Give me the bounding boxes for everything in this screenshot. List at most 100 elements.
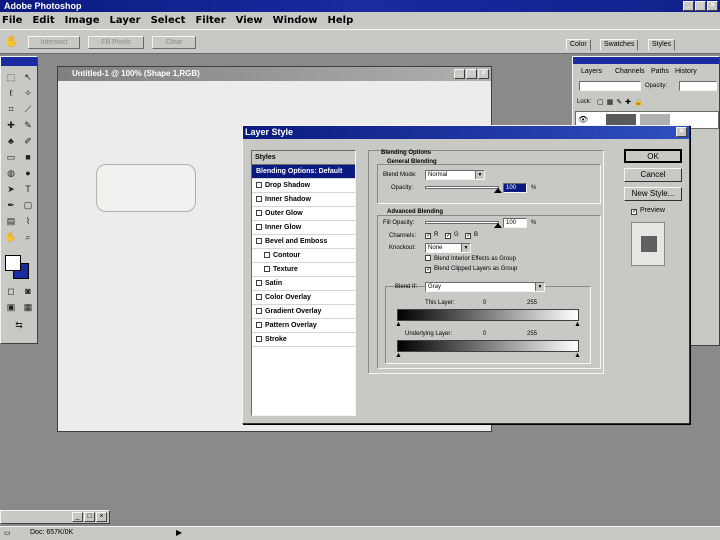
channel-r-checkbox[interactable]: R — [425, 232, 438, 239]
underlying-white-slider[interactable]: ▲ — [574, 352, 581, 359]
menu-edit[interactable]: Edit — [32, 15, 54, 26]
maximize-icon[interactable]: □ — [695, 1, 706, 11]
style-checkbox[interactable] — [256, 196, 262, 202]
blur-tool-icon[interactable]: ◍ — [3, 167, 19, 180]
fill-opacity-field[interactable]: 100 — [503, 218, 527, 228]
status-arrow-icon[interactable]: ▶ — [176, 528, 182, 537]
standard-mode-icon[interactable]: ◻ — [3, 285, 19, 298]
style-item[interactable]: Bevel and Emboss — [252, 235, 355, 249]
dodge-tool-icon[interactable]: ● — [20, 167, 36, 180]
style-checkbox[interactable] — [256, 210, 262, 216]
slice-tool-icon[interactable]: ⟋ — [20, 103, 36, 116]
intersect-button[interactable]: Intersect — [28, 36, 80, 49]
history-brush-icon[interactable]: ✐ — [20, 135, 36, 148]
menu-view[interactable]: View — [236, 15, 263, 26]
lock-icons[interactable]: ▢▦✎✚🔒 — [597, 98, 646, 106]
style-item[interactable]: Stroke — [252, 333, 355, 347]
magic-wand-icon[interactable]: ✧ — [20, 87, 36, 100]
style-item[interactable]: Contour — [252, 249, 355, 263]
style-checkbox[interactable] — [256, 224, 262, 230]
channel-b-checkbox[interactable]: B — [465, 232, 478, 239]
lasso-tool-icon[interactable]: ℓ — [3, 87, 19, 100]
zoom-tool-icon[interactable]: ⌕ — [20, 231, 36, 244]
menu-file[interactable]: File — [2, 15, 22, 26]
eye-icon[interactable]: 👁 — [578, 115, 588, 125]
tab-layers[interactable]: Layers — [579, 67, 605, 77]
style-checkbox[interactable] — [264, 252, 270, 258]
blend-interior-checkbox[interactable]: Blend Interior Effects as Group — [425, 255, 516, 262]
menu-select[interactable]: Select — [151, 15, 186, 26]
move-tool-icon[interactable]: ↖ — [20, 71, 36, 84]
style-item[interactable]: Pattern Overlay — [252, 319, 355, 333]
style-checkbox[interactable] — [256, 322, 262, 328]
jump-to-imageready-icon[interactable]: ⇆ — [11, 319, 27, 332]
style-checkbox[interactable] — [256, 280, 262, 286]
screen-mode-icon[interactable]: ▣ — [3, 301, 19, 314]
quick-mask-icon[interactable]: ◙ — [20, 285, 36, 298]
rounded-rectangle-shape[interactable] — [96, 164, 196, 212]
doc-close-icon[interactable]: × — [478, 69, 489, 79]
knockout-select[interactable]: None ▼ — [425, 243, 471, 253]
this-layer-white-slider[interactable]: ▲ — [574, 321, 581, 328]
style-item[interactable]: Blending Options: Default — [252, 165, 355, 179]
style-checkbox[interactable] — [256, 336, 262, 342]
menu-image[interactable]: Image — [65, 15, 100, 26]
blend-mode-select[interactable]: Normal ▼ — [425, 170, 485, 180]
style-item[interactable]: Color Overlay — [252, 291, 355, 305]
new-style-button[interactable]: New Style... — [624, 187, 682, 201]
eyedropper-icon[interactable]: ⌇ — [20, 215, 36, 228]
gradient-tool-icon[interactable]: ■ — [20, 151, 36, 164]
style-checkbox[interactable] — [256, 308, 262, 314]
tab-color[interactable]: Color — [566, 39, 591, 51]
layer-blend-mode-select[interactable] — [579, 81, 641, 91]
tab-styles[interactable]: Styles — [648, 39, 676, 51]
style-item[interactable]: Satin — [252, 277, 355, 291]
dialog-title-bar[interactable]: Layer Style × — [243, 126, 689, 139]
marquee-tool-icon[interactable]: ⬚ — [3, 71, 19, 84]
style-item[interactable]: Gradient Overlay — [252, 305, 355, 319]
tab-history[interactable]: History — [673, 67, 699, 77]
preview-checkbox[interactable]: Preview — [631, 207, 665, 215]
this-layer-black-slider[interactable]: ▲ — [395, 321, 402, 328]
doc-maximize-icon[interactable]: □ — [466, 69, 477, 79]
style-item[interactable]: Inner Shadow — [252, 193, 355, 207]
style-item[interactable]: Texture — [252, 263, 355, 277]
style-checkbox[interactable] — [264, 266, 270, 272]
type-tool-icon[interactable]: T — [20, 183, 36, 196]
close-icon[interactable]: × — [707, 1, 718, 11]
maximize-icon[interactable]: □ — [84, 512, 95, 522]
fill-pixels-button[interactable]: Fill Pixels — [88, 36, 144, 49]
shape-tool-icon[interactable]: ▢ — [20, 199, 36, 212]
fullscreen-mode-icon[interactable]: ▦ — [20, 301, 36, 314]
clear-button[interactable]: Clear — [152, 36, 196, 49]
tab-paths[interactable]: Paths — [649, 67, 671, 77]
tab-channels[interactable]: Channels — [613, 67, 647, 77]
fill-opacity-slider-knob[interactable] — [494, 223, 502, 228]
style-checkbox[interactable] — [256, 238, 262, 244]
channel-g-checkbox[interactable]: G — [445, 232, 459, 239]
doc-minimize-icon[interactable]: _ — [454, 69, 465, 79]
opacity-field[interactable]: 100 — [503, 183, 527, 193]
layers-opacity-field[interactable] — [679, 81, 717, 91]
healing-brush-icon[interactable]: ✚ — [3, 119, 19, 132]
restore-icon[interactable]: _ — [72, 512, 83, 522]
underlying-black-slider[interactable]: ▲ — [395, 352, 402, 359]
style-item[interactable]: Drop Shadow — [252, 179, 355, 193]
menu-help[interactable]: Help — [328, 15, 354, 26]
blend-clipped-checkbox[interactable]: Blend Clipped Layers as Group — [425, 266, 517, 273]
minimize-icon[interactable]: _ — [683, 1, 694, 11]
menu-window[interactable]: Window — [273, 15, 318, 26]
document-title-bar[interactable]: Untitled-1 @ 100% (Shape 1,RGB) _ □ × — [58, 67, 491, 81]
dialog-close-icon[interactable]: × — [676, 127, 687, 137]
pen-tool-icon[interactable]: ✒ — [3, 199, 19, 212]
crop-tool-icon[interactable]: ⌗ — [3, 103, 19, 116]
style-checkbox[interactable] — [256, 294, 262, 300]
opacity-slider[interactable] — [425, 186, 502, 193]
tool-preset-icon[interactable]: ✋ — [4, 35, 20, 49]
style-item[interactable]: Inner Glow — [252, 221, 355, 235]
style-item[interactable]: Outer Glow — [252, 207, 355, 221]
opacity-slider-knob[interactable] — [494, 188, 502, 193]
fill-opacity-slider[interactable] — [425, 221, 502, 228]
menu-layer[interactable]: Layer — [110, 15, 141, 26]
path-selection-icon[interactable]: ➤ — [3, 183, 19, 196]
